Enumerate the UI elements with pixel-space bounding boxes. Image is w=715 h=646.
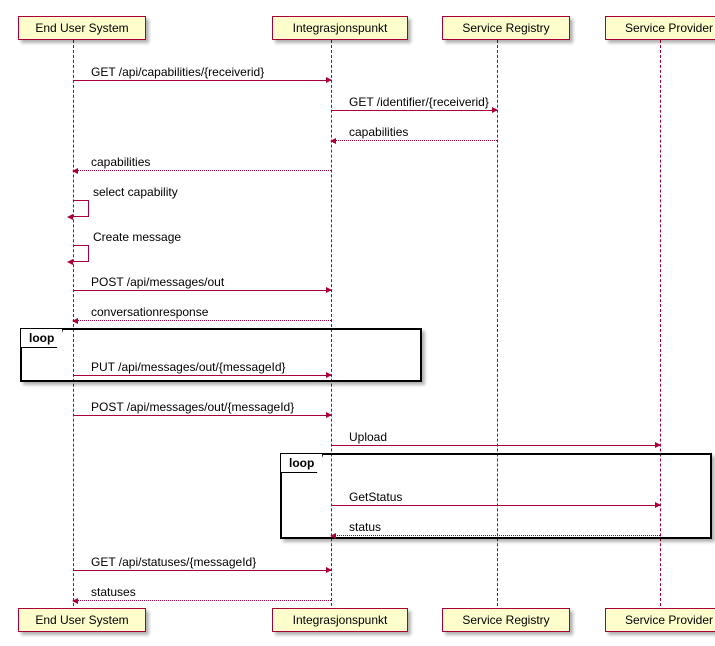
message-label-12: status xyxy=(349,520,381,534)
participant-eus: End User System xyxy=(18,608,146,632)
message-label-6: POST /api/messages/out xyxy=(91,275,224,289)
loop-fragment-1: loop xyxy=(280,453,712,539)
arrow-1 xyxy=(331,110,497,111)
message-label-4: select capability xyxy=(93,185,178,199)
arrow-12 xyxy=(331,535,660,537)
arrow-7 xyxy=(73,320,331,322)
message-label-5: Create message xyxy=(93,230,181,244)
message-label-10: Upload xyxy=(349,430,387,444)
message-label-14: statuses xyxy=(91,585,136,599)
loop-label: loop xyxy=(281,454,323,473)
participant-sr: Service Registry xyxy=(442,608,570,632)
loop-label: loop xyxy=(21,329,63,348)
self-arrow-4 xyxy=(73,200,89,217)
message-label-11: GetStatus xyxy=(349,490,402,504)
participant-sp: Service Provider xyxy=(605,608,715,632)
sequence-diagram: End User System Integrasjonspunkt Service … xyxy=(10,10,715,636)
self-arrow-5 xyxy=(73,245,89,262)
arrow-6 xyxy=(73,290,331,291)
participant-ip: Integrasjonspunkt xyxy=(272,608,408,632)
arrow-14 xyxy=(73,600,331,602)
message-label-3: capabilities xyxy=(91,155,150,169)
participant-ip: Integrasjonspunkt xyxy=(272,16,408,40)
arrow-3 xyxy=(73,170,331,172)
message-label-13: GET /api/statuses/{messageId} xyxy=(91,555,256,569)
participant-sr: Service Registry xyxy=(442,16,570,40)
arrow-10 xyxy=(331,445,660,446)
arrow-13 xyxy=(73,570,331,571)
arrow-8 xyxy=(73,375,331,376)
arrow-0 xyxy=(73,80,331,81)
message-label-8: PUT /api/messages/out/{messageId} xyxy=(91,360,286,374)
message-label-0: GET /api/capabilities/{receiverid} xyxy=(91,65,264,79)
participant-eus: End User System xyxy=(18,16,146,40)
arrow-11 xyxy=(331,505,660,506)
participant-sp: Service Provider xyxy=(605,16,715,40)
arrow-2 xyxy=(331,140,497,142)
arrow-9 xyxy=(73,415,331,416)
message-label-9: POST /api/messages/out/{messageId} xyxy=(91,400,294,414)
message-label-1: GET /identifier/{receiverid} xyxy=(349,95,489,109)
message-label-2: capabilities xyxy=(349,125,408,139)
message-label-7: conversationresponse xyxy=(91,305,208,319)
